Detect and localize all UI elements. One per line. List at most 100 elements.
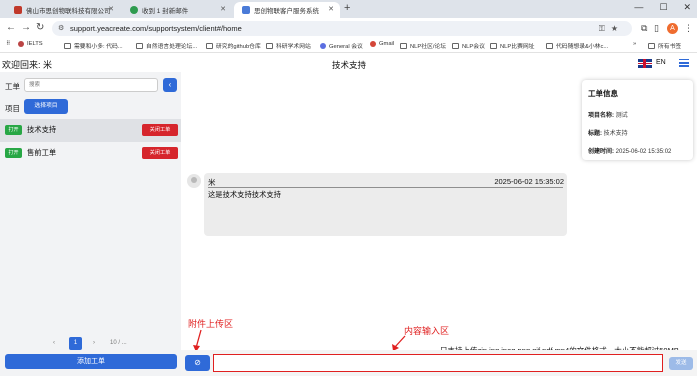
- collapse-sidebar-button[interactable]: ‹: [163, 78, 177, 92]
- folder-icon: [490, 42, 497, 49]
- maximize-icon[interactable]: ☐: [659, 2, 667, 13]
- support-favicon-icon: [242, 6, 250, 14]
- tab-label: 思创物联客户服务系统: [254, 8, 319, 15]
- folder-icon: [400, 42, 407, 49]
- window-controls: — ☐ ✕: [634, 2, 691, 13]
- ticket-name: 售前工单: [27, 148, 57, 157]
- url-field[interactable]: ⚙ support.yeacreate.com/supportsystem/cl…: [52, 21, 632, 36]
- info-label: 项目名称:: [588, 113, 614, 119]
- forward-icon[interactable]: →: [21, 22, 31, 33]
- status-badge: 打开: [5, 148, 22, 158]
- general-favicon-icon: [320, 42, 326, 49]
- close-tab-icon[interactable]: ✕: [220, 5, 226, 13]
- bookmark-item[interactable]: 自然语言处理论坛...: [136, 41, 197, 50]
- ticket-item-tech-support[interactable]: 打开 技术支持 关闭工单: [0, 119, 181, 142]
- bookmark-item[interactable]: NLP社区/论坛: [400, 41, 446, 50]
- hamburger-menu-icon[interactable]: [679, 59, 689, 67]
- uk-flag-icon[interactable]: [638, 59, 652, 68]
- info-value: 2025-06-02 15:35:02: [615, 149, 672, 155]
- message-input[interactable]: [213, 354, 663, 372]
- profile-avatar[interactable]: A: [667, 23, 678, 34]
- chat-message: 米 2025-06-02 15:35:02 这是技术支持技术支持: [204, 173, 567, 236]
- send-button[interactable]: 发送: [669, 357, 693, 370]
- add-ticket-button[interactable]: 添加工单: [5, 354, 177, 369]
- back-icon[interactable]: ←: [6, 22, 16, 33]
- bookmark-item[interactable]: NLP会议: [452, 41, 485, 50]
- ielts-favicon-icon: [18, 41, 24, 47]
- bookmark-item[interactable]: General 会议: [320, 41, 363, 50]
- tab-company[interactable]: 佛山市思创物联科技有限公司 ✕: [6, 2, 120, 18]
- bookmark-label: IELTS: [27, 41, 43, 47]
- folder-icon: [452, 42, 459, 49]
- site-info-icon[interactable]: ⚙: [58, 21, 64, 36]
- bookmark-label: 自然语言处理论坛...: [146, 44, 198, 50]
- page-number-current[interactable]: 1: [69, 337, 82, 350]
- close-ticket-button[interactable]: 关闭工单: [142, 147, 178, 159]
- page-size-select[interactable]: 10 / ...: [110, 340, 127, 346]
- info-project-row: 项目名称: 测试: [588, 110, 628, 119]
- page-title: 技术支持: [332, 60, 367, 70]
- tab-support[interactable]: 思创物联客户服务系统 ✕: [234, 2, 340, 18]
- close-tab-icon[interactable]: ✕: [328, 5, 334, 13]
- folder-icon: [64, 42, 71, 49]
- select-project-button[interactable]: 选择项目: [24, 99, 68, 114]
- bookmark-label: 科研学术网站: [276, 44, 311, 50]
- address-bar-row: ← → ↻ ⚙ support.yeacreate.com/supportsys…: [0, 18, 697, 39]
- status-badge: 打开: [5, 125, 22, 135]
- language-switch[interactable]: EN: [656, 59, 666, 66]
- new-tab-icon[interactable]: +: [344, 2, 350, 14]
- minimize-icon[interactable]: —: [634, 2, 643, 13]
- ticket-search-input[interactable]: [24, 78, 158, 92]
- tab-label: 佛山市思创物联科技有限公司: [26, 8, 111, 15]
- message-body: 这是技术支持技术支持: [208, 190, 281, 199]
- attach-file-button[interactable]: ⊘: [185, 355, 210, 371]
- browser-tab-bar: 佛山市思创物联科技有限公司 ✕ 收到 1 封新邮件 ✕ 思创物联客户服务系统 ✕…: [0, 0, 697, 18]
- reload-icon[interactable]: ↻: [36, 22, 44, 33]
- close-ticket-button[interactable]: 关闭工单: [142, 124, 178, 136]
- ticket-item-presales[interactable]: 打开 售前工单 关闭工单: [0, 142, 181, 165]
- more-bookmarks-icon[interactable]: »: [633, 41, 636, 47]
- bookmark-label: NLP社区/论坛: [410, 44, 447, 50]
- info-title: 工单信息: [588, 89, 618, 98]
- paperclip-icon: ⊘: [194, 358, 201, 367]
- folder-icon: [206, 42, 213, 49]
- bookmark-item[interactable]: 研究的github仓库: [206, 41, 261, 50]
- bookmarks-bar: ⠿ IELTS 需要和小多: 代码... 自然语言处理论坛... 研究的gith…: [0, 39, 697, 53]
- bookmark-label: 需要和小多: 代码...: [74, 44, 123, 50]
- bookmark-label: 所有书签: [658, 44, 682, 50]
- info-label: 创建时间:: [588, 149, 614, 155]
- folder-icon: [546, 42, 553, 49]
- folder-icon: [648, 42, 655, 49]
- bookmark-label: 研究的github仓库: [216, 44, 261, 50]
- ticket-info-card: 工单信息 项目名称: 测试 标题: 技术支持 创建时间: 2025-06-02 …: [582, 80, 693, 160]
- close-window-icon[interactable]: ✕: [683, 2, 691, 13]
- browser-menu-icon[interactable]: ⋮: [684, 23, 693, 34]
- all-bookmarks[interactable]: 所有书签: [648, 41, 681, 50]
- bookmark-item[interactable]: NLP比赛网址: [490, 41, 534, 50]
- bookmark-star-icon[interactable]: ★: [611, 24, 624, 33]
- folder-icon: [136, 42, 143, 49]
- folder-icon: [266, 42, 273, 49]
- bookmark-label: NLP比赛网址: [500, 44, 535, 50]
- tab-mail[interactable]: 收到 1 封新邮件 ✕: [122, 2, 232, 18]
- url-text: support.yeacreate.com/supportsystem/clie…: [70, 24, 242, 33]
- sidepanel-icon[interactable]: ▯: [654, 23, 659, 34]
- input-area-annotation: 内容输入区: [404, 326, 450, 336]
- close-tab-icon[interactable]: ✕: [108, 5, 114, 13]
- bookmark-item[interactable]: IELTS: [18, 41, 43, 47]
- welcome-text: 欢迎回来: 米: [2, 60, 53, 70]
- ticket-name: 技术支持: [27, 125, 57, 134]
- prev-page-icon[interactable]: ‹: [53, 340, 55, 346]
- bookmark-label: Gmail: [379, 41, 395, 47]
- password-key-icon[interactable]: ⚿: [599, 24, 611, 33]
- next-page-icon[interactable]: ›: [93, 340, 95, 346]
- bookmark-item[interactable]: 科研学术网站: [266, 41, 311, 50]
- bookmark-item[interactable]: Gmail: [370, 41, 394, 47]
- extensions-icon[interactable]: ⧉: [641, 23, 647, 34]
- mail-favicon-icon: [130, 6, 138, 14]
- message-timestamp: 2025-06-02 15:35:02: [494, 177, 564, 186]
- bookmark-item[interactable]: 代码随想录&小林c...: [546, 41, 608, 50]
- apps-icon[interactable]: ⠿: [6, 41, 10, 47]
- bookmark-item[interactable]: 需要和小多: 代码...: [64, 41, 123, 50]
- info-value: 测试: [615, 113, 628, 119]
